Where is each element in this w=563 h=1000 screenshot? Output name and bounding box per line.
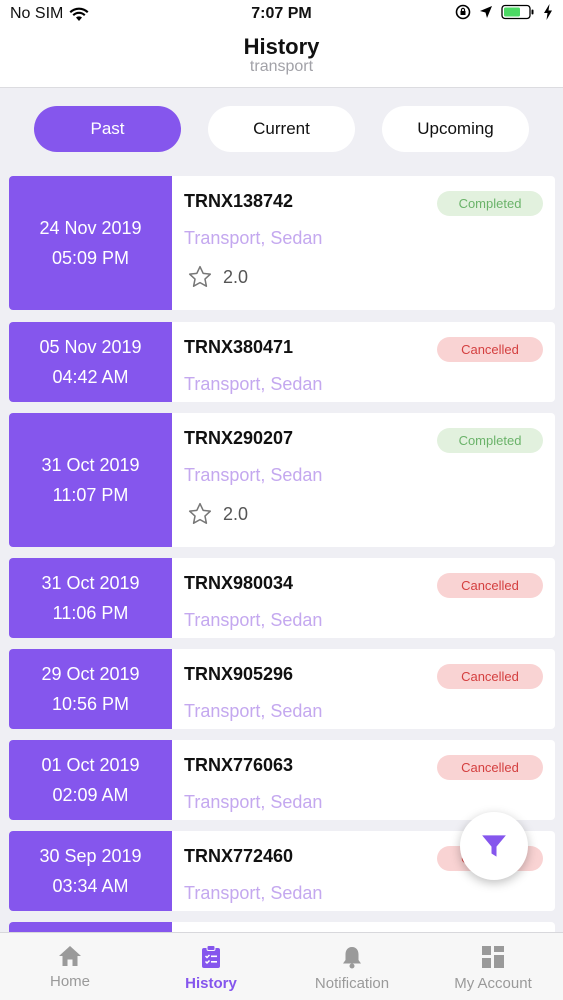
transaction-date: 01 Oct 2019 — [41, 755, 140, 775]
rating-value: 2.0 — [223, 266, 249, 287]
transaction-date: 05 Nov 2019 — [39, 337, 142, 357]
grid-icon — [482, 946, 504, 968]
star-icon — [188, 502, 212, 524]
transaction-time: 05:09 PM — [51, 248, 130, 268]
transaction-id: TRNX772460 — [184, 846, 294, 866]
tab-bar: Home History Notification My Account — [0, 932, 563, 1000]
charging-bolt-icon — [544, 4, 552, 20]
transaction-card[interactable]: 31 Oct 2019 11:07 PM TRNX290207 Complete… — [9, 413, 555, 547]
transaction-time: 11:07 PM — [52, 485, 129, 505]
date-block: 30 Sep 2019 03:34 AM — [9, 831, 172, 911]
transaction-date: 31 Oct 2019 — [41, 455, 140, 475]
date-block: 05 Nov 2019 04:42 AM — [9, 322, 172, 402]
tab-label: Home — [49, 973, 90, 990]
filter-button[interactable] — [460, 812, 528, 880]
battery-icon — [501, 4, 534, 20]
tab-home[interactable]: Home — [0, 933, 140, 1000]
service-type: Transport, Sedan — [184, 228, 323, 248]
service-type: Transport, Sedan — [184, 883, 323, 903]
status-badge: Cancelled — [437, 664, 543, 689]
transaction-time: 10:56 PM — [51, 694, 130, 714]
service-type: Transport, Sedan — [184, 465, 323, 485]
bell-icon — [343, 947, 361, 969]
transaction-card[interactable]: 01 Oct 2019 02:09 AM TRNX776063 Cancelle… — [9, 740, 555, 820]
transaction-card[interactable]: 05 Nov 2019 04:42 AM TRNX380471 Cancelle… — [9, 322, 555, 402]
transaction-id: TRNX980034 — [184, 573, 294, 593]
transaction-time: 03:34 AM — [52, 876, 129, 896]
date-block: 29 Oct 2019 10:56 PM — [9, 649, 172, 729]
rating: 2.0 — [187, 264, 248, 290]
status-badge: Cancelled — [437, 573, 543, 598]
star-icon — [188, 265, 212, 287]
date-block: 01 Oct 2019 02:09 AM — [9, 740, 172, 820]
service-type: Transport, Sedan — [184, 701, 323, 721]
status-badge: Cancelled — [437, 337, 543, 362]
tab-label: History — [185, 975, 237, 992]
orientation-lock-icon — [455, 4, 471, 20]
tab-my-account[interactable]: My Account — [423, 933, 563, 1000]
home-icon — [59, 946, 81, 966]
history-segments: Past Current Upcoming — [34, 106, 530, 152]
date-block: 24 Nov 2019 05:09 PM — [9, 176, 172, 310]
segment-past[interactable]: Past — [34, 106, 181, 152]
status-bar: No SIM 7:07 PM — [0, 0, 563, 30]
page-subtitle: transport — [249, 58, 314, 75]
status-badge: Completed — [437, 428, 543, 453]
tab-history[interactable]: History — [141, 933, 281, 1000]
transaction-card[interactable]: 29 Oct 2019 10:56 PM TRNX905296 Cancelle… — [9, 649, 555, 729]
nav-header: History transport — [0, 30, 563, 88]
tab-notification[interactable]: Notification — [282, 933, 422, 1000]
transaction-card[interactable]: 31 Oct 2019 11:06 PM TRNX980034 Cancelle… — [9, 558, 555, 638]
segment-current[interactable]: Current — [208, 106, 355, 152]
transaction-date: 29 Oct 2019 — [41, 664, 140, 684]
transaction-id: TRNX138742 — [184, 191, 294, 211]
transaction-time: 04:42 AM — [52, 367, 129, 387]
status-badge: Cancelled — [437, 755, 543, 780]
transaction-date: 24 Nov 2019 — [39, 218, 142, 238]
transaction-time: 11:06 PM — [52, 603, 129, 623]
rating-value: 2.0 — [223, 503, 249, 524]
transaction-id: TRNX905296 — [184, 664, 294, 684]
transaction-card[interactable]: 24 Nov 2019 05:09 PM TRNX138742 Complete… — [9, 176, 555, 310]
transaction-date: 30 Sep 2019 — [39, 846, 142, 866]
page-title: History — [243, 34, 320, 59]
status-badge: Completed — [437, 191, 543, 216]
segment-upcoming[interactable]: Upcoming — [382, 106, 529, 152]
service-type: Transport, Sedan — [184, 610, 323, 630]
transaction-id: TRNX380471 — [184, 337, 294, 357]
location-icon — [480, 6, 492, 18]
service-type: Transport, Sedan — [184, 374, 323, 394]
transaction-date: 31 Oct 2019 — [41, 573, 140, 593]
rating: 2.0 — [187, 501, 248, 527]
clipboard-icon — [202, 945, 220, 968]
date-block: 31 Oct 2019 11:06 PM — [9, 558, 172, 638]
service-type: Transport, Sedan — [184, 792, 323, 812]
date-block: 31 Oct 2019 11:07 PM — [9, 413, 172, 547]
tab-label: My Account — [454, 975, 532, 992]
transaction-id: TRNX290207 — [184, 428, 294, 448]
filter-icon — [482, 835, 506, 857]
transaction-id: TRNX776063 — [184, 755, 294, 775]
tab-label: Notification — [314, 975, 390, 992]
transaction-time: 02:09 AM — [52, 785, 129, 805]
